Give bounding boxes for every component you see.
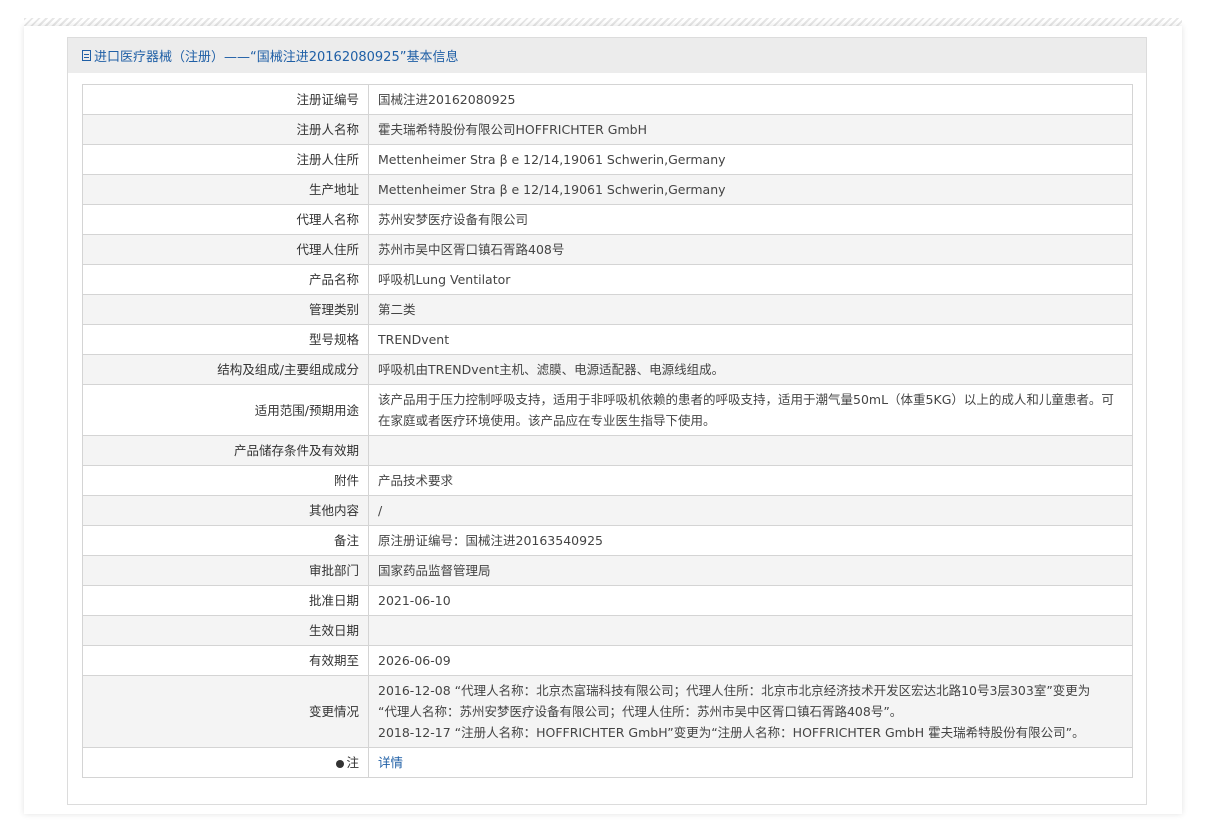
row-label: 注册人名称 <box>82 114 369 145</box>
row-label: 附件 <box>82 465 369 496</box>
table-row: 产品储存条件及有效期 <box>82 435 1133 466</box>
row-label: 批准日期 <box>82 585 369 616</box>
row-label: 代理人住所 <box>82 234 369 265</box>
row-value: 呼吸机Lung Ventilator <box>368 264 1133 295</box>
row-value: 国家药品监督管理局 <box>368 555 1133 586</box>
row-label: 产品储存条件及有效期 <box>82 435 369 466</box>
decorative-stripe <box>24 18 1182 26</box>
row-value <box>368 615 1133 646</box>
row-value: 2026-06-09 <box>368 645 1133 676</box>
row-label: 生产地址 <box>82 174 369 205</box>
note-label-cell: 注 <box>82 747 369 778</box>
row-value: 呼吸机由TRENDvent主机、滤膜、电源适配器、电源线组成。 <box>368 354 1133 385</box>
row-label: 生效日期 <box>82 615 369 646</box>
table-row: 型号规格 TRENDvent <box>82 324 1133 355</box>
document-icon <box>82 50 91 61</box>
row-value <box>368 435 1133 466</box>
table-row: 产品名称 呼吸机Lung Ventilator <box>82 264 1133 295</box>
details-link[interactable]: 详情 <box>378 755 403 770</box>
row-value: 该产品用于压力控制呼吸支持，适用于非呼吸机依赖的患者的呼吸支持，适用于潮气量50… <box>368 384 1133 436</box>
table-row: 其他内容 / <box>82 495 1133 526</box>
table-row: 结构及组成/主要组成成分 呼吸机由TRENDvent主机、滤膜、电源适配器、电源线… <box>82 354 1133 385</box>
row-label: 适用范围/预期用途 <box>82 384 369 436</box>
table-row: 注册人住所 Mettenheimer Stra β e 12/14,19061 S… <box>82 144 1133 175</box>
change-entry: 2018-12-17 “注册人名称：HOFFRICHTER GmbH”变更为“注… <box>378 725 1085 740</box>
row-value: / <box>368 495 1133 526</box>
row-label: 有效期至 <box>82 645 369 676</box>
content-card: 进口医疗器械（注册）——“国械注进20162080925”基本信息 注册证编号国… <box>24 26 1182 814</box>
table-row: 管理类别 第二类 <box>82 294 1133 325</box>
row-value: Mettenheimer Stra β e 12/14,19061 Schwer… <box>368 144 1133 175</box>
table-row: 批准日期 2021-06-10 <box>82 585 1133 616</box>
row-value: 2021-06-10 <box>368 585 1133 616</box>
change-entry: 2016-12-08 “代理人名称：北京杰富瑞科技有限公司；代理人住所：北京市北… <box>378 683 1091 698</box>
table-row: 生效日期 <box>82 615 1133 646</box>
note-label: 注 <box>346 755 359 770</box>
row-label: 备注 <box>82 525 369 556</box>
row-value: 国械注进20162080925 <box>368 84 1133 115</box>
row-label: 代理人名称 <box>82 204 369 235</box>
row-label: 其他内容 <box>82 495 369 526</box>
panel-header: 进口医疗器械（注册）——“国械注进20162080925”基本信息 <box>68 38 1146 73</box>
row-value: 产品技术要求 <box>368 465 1133 496</box>
table-row: 代理人名称 苏州安梦医疗设备有限公司 <box>82 204 1133 235</box>
table-row: 备注 原注册证编号：国械注进20163540925 <box>82 525 1133 556</box>
pin-icon <box>336 759 345 768</box>
table-row-changes: 变更情况 2016-12-08 “代理人名称：北京杰富瑞科技有限公司；代理人住所… <box>82 675 1133 748</box>
panel-title: 进口医疗器械（注册）——“国械注进20162080925”基本信息 <box>94 50 459 65</box>
table-row: 注册证编号 国械注进20162080925 <box>82 84 1133 115</box>
table-row: 生产地址 Mettenheimer Stra β e 12/14,19061 Sc… <box>82 174 1133 205</box>
info-table: 注册证编号 国械注进20162080925 注册人名称 霍夫瑞希特股份有限公司HOF… <box>82 84 1133 778</box>
table-row-note: 注 详情 <box>82 747 1133 778</box>
changes-label: 变更情况 <box>82 675 369 748</box>
row-label: 管理类别 <box>82 294 369 325</box>
row-value: 苏州安梦医疗设备有限公司 <box>368 204 1133 235</box>
row-value: 原注册证编号：国械注进20163540925 <box>368 525 1133 556</box>
table-row: 有效期至 2026-06-09 <box>82 645 1133 676</box>
row-label: 结构及组成/主要组成成分 <box>82 354 369 385</box>
row-label: 审批部门 <box>82 555 369 586</box>
row-label: 注册证编号 <box>82 84 369 115</box>
row-value: Mettenheimer Stra β e 12/14,19061 Schwer… <box>368 174 1133 205</box>
table-row: 注册人名称 霍夫瑞希特股份有限公司HOFFRICHTER GmbH <box>82 114 1133 145</box>
row-value: TRENDvent <box>368 324 1133 355</box>
changes-value: 2016-12-08 “代理人名称：北京杰富瑞科技有限公司；代理人住所：北京市北… <box>368 675 1133 748</box>
row-value: 苏州市吴中区胥口镇石胥路408号 <box>368 234 1133 265</box>
table-row: 审批部门 国家药品监督管理局 <box>82 555 1133 586</box>
table-row: 适用范围/预期用途 该产品用于压力控制呼吸支持，适用于非呼吸机依赖的患者的呼吸支持… <box>82 384 1133 436</box>
row-value: 第二类 <box>368 294 1133 325</box>
row-label: 型号规格 <box>82 324 369 355</box>
table-row: 代理人住所 苏州市吴中区胥口镇石胥路408号 <box>82 234 1133 265</box>
change-entry: “代理人名称：苏州安梦医疗设备有限公司；代理人住所：苏州市吴中区胥口镇石胥路40… <box>378 704 903 719</box>
row-label: 产品名称 <box>82 264 369 295</box>
note-value-cell: 详情 <box>368 747 1133 778</box>
table-row: 附件 产品技术要求 <box>82 465 1133 496</box>
info-panel: 进口医疗器械（注册）——“国械注进20162080925”基本信息 注册证编号国… <box>67 37 1147 805</box>
row-value: 霍夫瑞希特股份有限公司HOFFRICHTER GmbH <box>368 114 1133 145</box>
row-label: 注册人住所 <box>82 144 369 175</box>
